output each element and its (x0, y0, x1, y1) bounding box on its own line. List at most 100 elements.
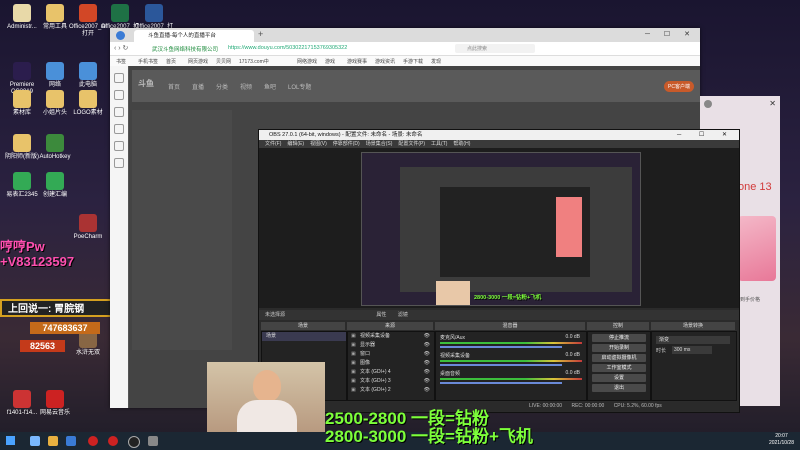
source-item[interactable]: ▣ 文本 (GDI+) 3 👁 (348, 377, 434, 386)
bookmark-item[interactable]: 贝贝网 (216, 58, 231, 65)
source-item[interactable]: ▣ 视频采集设备 👁 (348, 332, 434, 341)
obs-menu-item[interactable]: 视图(V) (310, 141, 327, 147)
properties-tab[interactable]: 属性 (376, 312, 386, 318)
obs-menu-item[interactable]: 文件(F) (265, 141, 281, 147)
pc-client-button[interactable]: PC客户端 (664, 81, 694, 92)
obs-menu-item[interactable]: 工具(T) (431, 141, 447, 147)
source-item[interactable]: ▣ 图像 👁 (348, 359, 434, 368)
bookmark-item[interactable]: 手游下载 (403, 58, 423, 65)
search-icon[interactable] (30, 436, 40, 446)
desktop-icon[interactable]: 创建汇编 (35, 172, 75, 199)
obs-window-controls-icon[interactable]: ─ ☐ ✕ (677, 130, 735, 140)
obs-control-button[interactable]: 退出 (592, 384, 646, 392)
filters-tab[interactable]: 滤镜 (398, 312, 408, 318)
bookmark-item[interactable]: 网页游戏 (188, 58, 208, 65)
new-tab-icon[interactable]: + (258, 29, 263, 39)
person-body (237, 400, 297, 432)
volume-slider[interactable] (440, 382, 562, 384)
obs-menu-item[interactable]: 编辑(E) (287, 141, 304, 147)
source-type-icon: ▣ (351, 342, 356, 348)
desktop-icon[interactable]: 水浒无双 (68, 330, 108, 357)
douyu-nav-item[interactable]: 视频 (240, 82, 252, 91)
scene-item[interactable]: 场景 (262, 332, 346, 341)
start-icon[interactable] (6, 436, 15, 445)
douyu-nav-item[interactable]: 直播 (192, 82, 204, 91)
sidebar-icon[interactable] (114, 124, 124, 134)
visibility-eye-icon[interactable]: 👁 (424, 359, 430, 368)
desktop-icon[interactable]: 此电脑 (68, 62, 108, 89)
sidebar-icon[interactable] (114, 73, 124, 83)
app-taskbar-icon[interactable] (108, 436, 118, 446)
sidebar-icon[interactable] (114, 107, 124, 117)
obs-control-button[interactable]: 设置 (592, 374, 646, 382)
desktop-icon[interactable]: LOGO素材 (68, 90, 108, 117)
sidebar-icon[interactable] (114, 141, 124, 151)
window-controls-icon[interactable]: ─ ☐ ✕ (645, 30, 696, 38)
obs-taskbar-icon[interactable] (128, 436, 140, 448)
desktop-app-icon (79, 4, 97, 22)
desktop-icon[interactable]: AutoHotkey (35, 134, 75, 161)
nested-webcam (436, 281, 470, 305)
visibility-eye-icon[interactable]: 👁 (424, 368, 430, 377)
url-text[interactable]: https://www.douyu.com/503022171537693053… (228, 45, 347, 51)
browser-tab[interactable]: 斗鱼直播-每个人的直播平台 (134, 30, 254, 42)
douyu-nav-item[interactable]: 鱼吧 (264, 82, 276, 91)
visibility-eye-icon[interactable]: 👁 (424, 350, 430, 359)
visibility-eye-icon[interactable]: 👁 (424, 341, 430, 350)
search-input[interactable]: 点此搜索 (455, 44, 535, 53)
bookmark-item[interactable]: 首页 (166, 58, 176, 65)
desktop-icon[interactable]: PoeCharm (68, 214, 108, 241)
close-icon[interactable]: ✕ (769, 99, 776, 108)
source-label: 视频采集设备 (360, 333, 391, 339)
obs-control-button[interactable]: 启动虚拟摄像机 (592, 354, 646, 362)
visibility-eye-icon[interactable]: 👁 (424, 332, 430, 341)
bookmark-item[interactable]: 发现 (431, 58, 441, 65)
sources-panel: ▣ 视频采集设备 👁 ▣ 显示器 👁 ▣ 窗口 👁 ▣ 图像 👁 ▣ 文本 (GDI+) 4 👁 ▣ 文本 (G… (347, 331, 435, 401)
scenes-dock-header: 场景 (261, 322, 345, 330)
controls-panel: 停止推流开始录制启动虚拟摄像机 工作室模式设置退出 (587, 331, 651, 401)
obs-menu-item[interactable]: 场景集合(S) (366, 141, 393, 147)
bookmark-item[interactable]: 手机书签 (138, 58, 158, 65)
bookmark-item[interactable]: 网络游戏 (297, 58, 317, 65)
clock[interactable]: 20:07 2021/10/28 (769, 433, 794, 447)
volume-slider[interactable] (440, 364, 562, 366)
nav-arrows-icon[interactable]: ‹ › ↻ (114, 44, 128, 52)
obs-control-button[interactable]: 工作室模式 (592, 364, 646, 372)
bookmark-item[interactable]: 书签 (116, 58, 126, 65)
bookmark-item[interactable]: 游戏资讯 (375, 58, 395, 65)
douyu-nav-item[interactable]: LOL专题 (288, 82, 311, 91)
visibility-eye-icon[interactable]: 👁 (424, 377, 430, 386)
desktop-icon[interactable]: 网易云音乐 (35, 390, 75, 417)
obs-control-button[interactable]: 开始录制 (592, 344, 646, 352)
bookmark-item[interactable]: 游戏 (325, 58, 335, 65)
douyu-logo[interactable]: 斗鱼 (138, 78, 154, 89)
obs-menu-item[interactable]: 停靠部件(D) (333, 141, 360, 147)
source-item[interactable]: ▣ 文本 (GDI+) 2 👁 (348, 386, 434, 395)
browser-tab-title: 斗鱼直播-每个人的直播平台 (148, 33, 216, 39)
sidebar-icon[interactable] (114, 158, 124, 168)
obs-menu-item[interactable]: 配置文件(P) (398, 141, 425, 147)
transitions-panel: 渐变 时长 300 ms (651, 331, 737, 401)
person-head (253, 370, 281, 402)
visibility-eye-icon[interactable]: 👁 (424, 386, 430, 395)
volume-slider[interactable] (440, 346, 562, 348)
obs-menu-item[interactable]: 帮助(H) (453, 141, 470, 147)
transition-select[interactable]: 渐变 (656, 336, 730, 344)
douyu-nav-item[interactable]: 分类 (216, 82, 228, 91)
music-taskbar-icon[interactable] (88, 436, 98, 446)
obs-control-button[interactable]: 停止推流 (592, 334, 646, 342)
source-item[interactable]: ▣ 窗口 👁 (348, 350, 434, 359)
bookmark-item[interactable]: 17173.com中 (239, 58, 269, 65)
bookmark-item[interactable]: 游戏赛事 (347, 58, 367, 65)
douyu-nav-item[interactable]: 首页 (168, 82, 180, 91)
sidebar-icon[interactable] (114, 90, 124, 100)
explorer-icon[interactable] (48, 436, 58, 446)
source-item[interactable]: ▣ 文本 (GDI+) 4 👁 (348, 368, 434, 377)
source-item[interactable]: ▣ 显示器 👁 (348, 341, 434, 350)
desktop-icon-label: 此电脑 (78, 82, 97, 88)
browser-logo-icon (116, 31, 125, 40)
duration-input[interactable]: 300 ms (672, 346, 712, 354)
window-taskbar-icon[interactable] (148, 436, 158, 446)
address-bar[interactable]: ‹ › ↻ 武汉斗鱼网络科技有限公司 https://www.douyu.com… (110, 42, 700, 56)
browser-taskbar-icon[interactable] (66, 436, 76, 446)
